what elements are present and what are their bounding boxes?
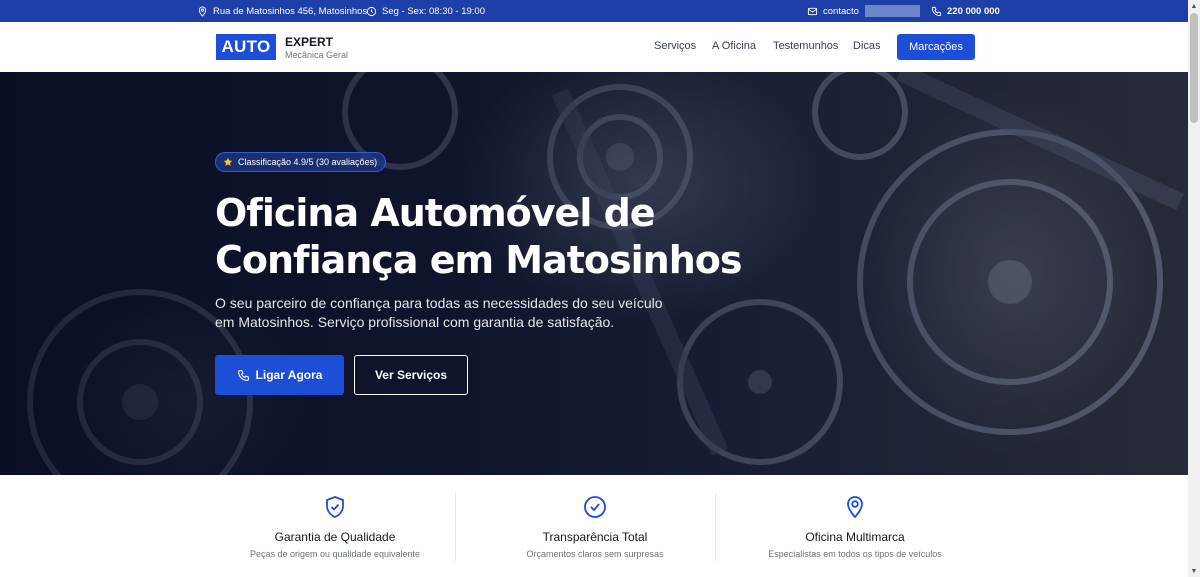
star-icon: [223, 157, 233, 166]
map-pin-icon: [847, 496, 863, 519]
feature-divider: [455, 493, 456, 561]
nav-link-servicos[interactable]: Serviços: [654, 40, 696, 52]
map-pin-icon: [198, 6, 207, 17]
address-text: Rua de Matosinhos 456, Matosinhos: [213, 5, 368, 17]
hours-item: Seg - Sex: 08:30 - 19:00: [366, 0, 485, 22]
address-item: Rua de Matosinhos 456, Matosinhos: [197, 0, 367, 22]
mail-icon: [807, 7, 818, 15]
clock-icon: [366, 6, 377, 16]
ver-servicos-button[interactable]: Ver Serviços: [354, 355, 468, 395]
phone-icon: [931, 6, 942, 16]
hero-title-line2: Confiança em Matosinhos: [215, 238, 743, 282]
shield-check-icon: [326, 496, 344, 518]
marcacoes-button[interactable]: Marcações: [897, 34, 975, 60]
feature-description: Peças de origem ou qualidade equivalente: [249, 549, 421, 559]
feature-title: Garantia de Qualidade: [274, 530, 396, 544]
email-link[interactable]: contacto: [807, 0, 920, 22]
logo-mark[interactable]: AUTO: [216, 34, 276, 60]
phone-icon: [237, 369, 249, 381]
feature-transparencia: Transparência Total Orçamentos claros se…: [465, 475, 725, 577]
hero-description: O seu parceiro de confiança para todas a…: [215, 295, 663, 330]
phone-text: 220 000 000: [947, 5, 1000, 17]
logo-subtitle: Mecânica Geral: [285, 50, 349, 60]
nav-link-dicas[interactable]: Dicas: [853, 40, 881, 52]
email-text: contacto: [823, 5, 859, 17]
feature-garantia: Garantia de Qualidade Peças de origem ou…: [205, 475, 465, 577]
feature-title: Transparência Total: [542, 530, 648, 544]
nav-link-oficina[interactable]: A Oficina: [712, 40, 756, 52]
rating-badge: Classificação 4.9/5 (30 avaliações): [215, 152, 387, 172]
nav-link-testemunhos[interactable]: Testemunhos: [773, 40, 838, 52]
ligar-agora-label: Ligar Agora: [255, 368, 323, 382]
scroll-thumb[interactable]: [1190, 13, 1198, 123]
hero-title-line1: Oficina Automóvel de: [215, 191, 656, 235]
hours-text: Seg - Sex: 08:30 - 19:00: [382, 5, 485, 17]
hero-section: Classificação 4.9/5 (30 avaliações) Ofic…: [0, 72, 1188, 475]
top-info-bar: Rua de Matosinhos 456, Matosinhos Seg - …: [0, 0, 1188, 22]
rating-text: Classificação 4.9/5 (30 avaliações): [238, 157, 378, 167]
logo-title[interactable]: EXPERT: [285, 35, 333, 49]
hero-title: Oficina Automóvel de Confiança em Matosi…: [215, 190, 775, 284]
check-circle-icon: [584, 496, 606, 518]
features-section: Garantia de Qualidade Peças de origem ou…: [0, 475, 1188, 577]
feature-description: Orçamentos claros sem surpresas: [526, 549, 664, 559]
scroll-up-arrow-icon[interactable]: ▲: [1188, 0, 1200, 12]
page: Rua de Matosinhos 456, Matosinhos Seg - …: [0, 0, 1188, 577]
feature-multimarca: Oficina Multimarca Especialistas em todo…: [725, 475, 985, 577]
feature-description: Especialistas em todos os tipos de veícu…: [768, 549, 942, 559]
feature-divider: [715, 493, 716, 561]
site-header: AUTO EXPERT Mecânica Geral Serviços A Of…: [0, 22, 1188, 73]
feature-title: Oficina Multimarca: [805, 530, 905, 544]
email-redacted: [864, 5, 920, 17]
ligar-agora-button[interactable]: Ligar Agora: [215, 355, 344, 395]
scroll-down-arrow-icon[interactable]: ▼: [1188, 565, 1200, 577]
phone-link[interactable]: 220 000 000: [931, 0, 1000, 22]
page-scrollbar[interactable]: ▲ ▼: [1188, 0, 1200, 577]
